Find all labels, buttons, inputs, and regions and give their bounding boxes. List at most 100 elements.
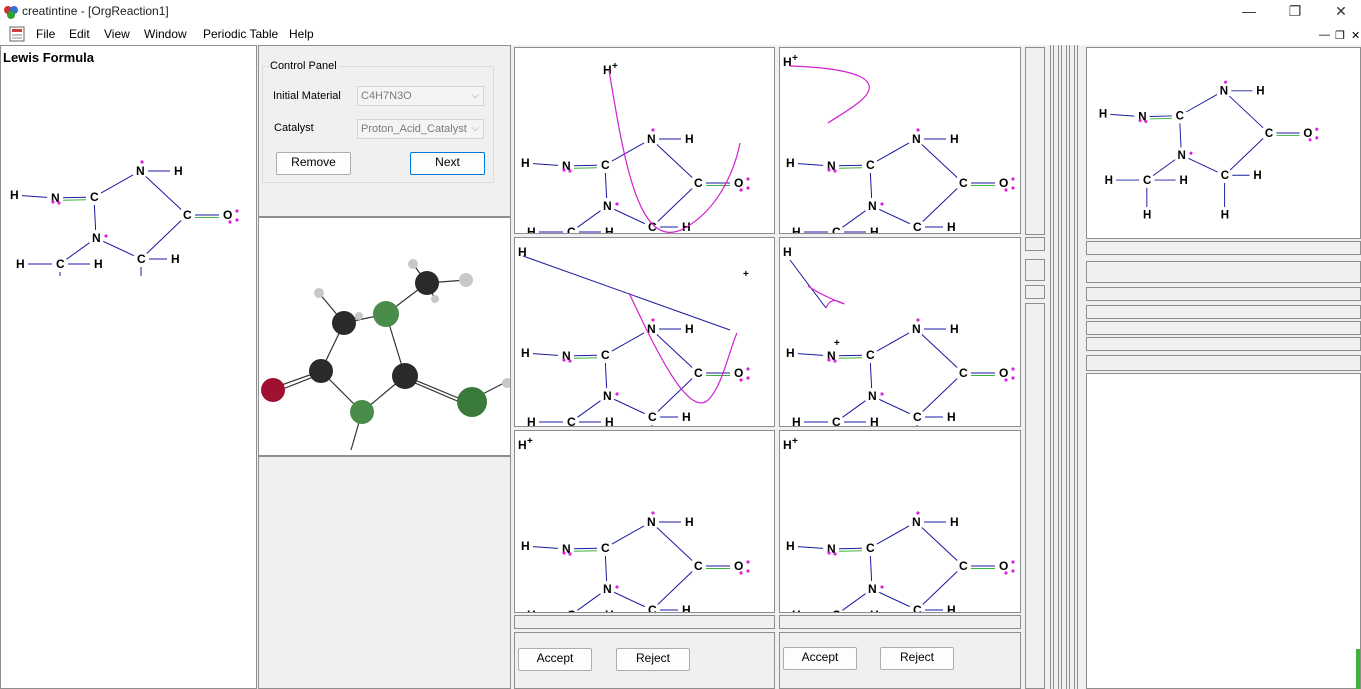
lone-pair-dot: [568, 169, 572, 173]
atom-label: C: [648, 603, 657, 612]
lone-pair-dot: [880, 202, 884, 206]
menu-help[interactable]: Help: [289, 27, 314, 41]
lone-pair-dot: [651, 128, 655, 132]
bond: [922, 571, 958, 605]
splitter-cell: [1025, 259, 1045, 281]
lone-pair-dot: [746, 177, 750, 181]
minimize-button[interactable]: —: [1226, 0, 1272, 23]
accept-button[interactable]: Accept: [783, 647, 857, 670]
atom-label: C: [866, 158, 875, 172]
bond: [869, 555, 873, 582]
step-5-structure: HNCNHCONCHHHCHHH+: [518, 436, 750, 612]
double-bond: [839, 167, 863, 169]
atom-label: N: [868, 582, 877, 596]
reaction-step-1: HNCNHCONCHHHCHHH+: [514, 47, 775, 234]
accept-reject-panel-right: Accept Reject: [779, 632, 1021, 689]
bond: [573, 164, 598, 167]
bond: [604, 172, 608, 199]
splitter-bar[interactable]: [1050, 45, 1054, 689]
atom-label: H: [685, 515, 694, 529]
atom-label: C: [56, 257, 65, 271]
atom-label: O: [999, 366, 1008, 380]
atom-label: H: [682, 603, 691, 612]
mdi-restore-button[interactable]: ❐: [1335, 29, 1345, 42]
initial-material-select[interactable]: C4H7N3O ⌵: [357, 86, 484, 106]
list-item: [1086, 321, 1361, 335]
bond: [657, 571, 693, 605]
reaction-step-5: HNCNHCONCHHHCHHH+: [514, 430, 775, 613]
splitter-cell: [1025, 237, 1045, 251]
atom-label: H: [783, 438, 792, 452]
bond: [532, 353, 559, 356]
menu-window[interactable]: Window: [144, 27, 187, 41]
menu-file[interactable]: File: [36, 27, 55, 41]
lone-pair-dot: [615, 392, 619, 396]
lone-pair-dot: [916, 128, 920, 132]
bond: [1179, 123, 1182, 148]
atom-label: H: [521, 346, 530, 360]
atom-label: C: [1265, 128, 1273, 140]
bond: [879, 208, 910, 225]
bond: [577, 400, 601, 418]
mdi-minimize-button[interactable]: —: [1319, 29, 1330, 41]
lewis-formula-panel: Lewis Formula HNCNHCONCHHHCHH: [0, 45, 257, 689]
charge-plus: +: [612, 61, 618, 72]
empty-panel: [258, 456, 511, 689]
atom-label: C: [913, 410, 922, 424]
lone-pair-dot: [51, 200, 55, 204]
atom-label: C: [601, 348, 610, 362]
atom-label: C: [866, 541, 875, 555]
bond: [876, 332, 910, 352]
atom-label: C: [601, 158, 610, 172]
lone-pair-dot: [1315, 136, 1319, 140]
close-button[interactable]: ✕: [1318, 0, 1361, 23]
bond: [656, 144, 693, 178]
3d-molecule-view[interactable]: [259, 218, 512, 455]
strip: [514, 615, 775, 629]
atom-label: H: [947, 410, 956, 424]
atom-label: N: [1220, 86, 1228, 98]
lone-pair-dot: [739, 378, 743, 382]
atom-label: H: [792, 608, 801, 612]
charge-plus: +: [527, 436, 533, 447]
lone-pair-dot: [615, 585, 619, 589]
bond: [1228, 95, 1264, 129]
restore-button[interactable]: ❐: [1272, 0, 1318, 23]
bond: [869, 362, 873, 389]
next-button[interactable]: Next: [410, 152, 485, 175]
atom-label: N: [868, 199, 877, 213]
lone-pair-dot: [833, 552, 837, 556]
lone-pair-dot: [235, 209, 239, 213]
atom-label: H: [783, 55, 792, 69]
atom-label: H: [174, 164, 183, 178]
splitter-cell: [1025, 303, 1045, 689]
menu-periodic-table[interactable]: Periodic Table: [203, 27, 278, 41]
lone-pair-dot: [1224, 80, 1228, 84]
splitter-bar[interactable]: [1074, 45, 1078, 689]
bond: [922, 188, 958, 222]
bond: [656, 334, 693, 368]
scroll-indicator[interactable]: [1356, 649, 1360, 689]
app-icon: [4, 6, 18, 19]
lone-pair-dot: [746, 376, 750, 380]
bond: [921, 334, 958, 368]
menu-view[interactable]: View: [104, 27, 130, 41]
accept-button[interactable]: Accept: [518, 648, 592, 671]
menu-edit[interactable]: Edit: [69, 27, 90, 41]
atom-label: C: [567, 415, 576, 426]
reject-button[interactable]: Reject: [880, 647, 954, 670]
catalyst-select[interactable]: Proton_Acid_Catalyst ⌵: [357, 119, 484, 139]
splitter-bar[interactable]: [1058, 45, 1062, 689]
atom-label: N: [912, 322, 921, 336]
atom-label: C: [567, 225, 576, 233]
atom-label: C: [913, 603, 922, 612]
bond: [921, 144, 958, 178]
remove-button[interactable]: Remove: [276, 152, 351, 175]
step-2-structure: HNCNHCONCHHHCHHH+: [783, 53, 1015, 233]
reject-button[interactable]: Reject: [616, 648, 690, 671]
reaction-step-4: HNCNHCONCHHHCHHH+: [779, 237, 1021, 427]
lone-pair-dot: [1011, 569, 1015, 573]
splitter-bar[interactable]: [1066, 45, 1070, 689]
atom-label: H: [792, 415, 801, 426]
mdi-close-button[interactable]: ✕: [1351, 29, 1360, 42]
